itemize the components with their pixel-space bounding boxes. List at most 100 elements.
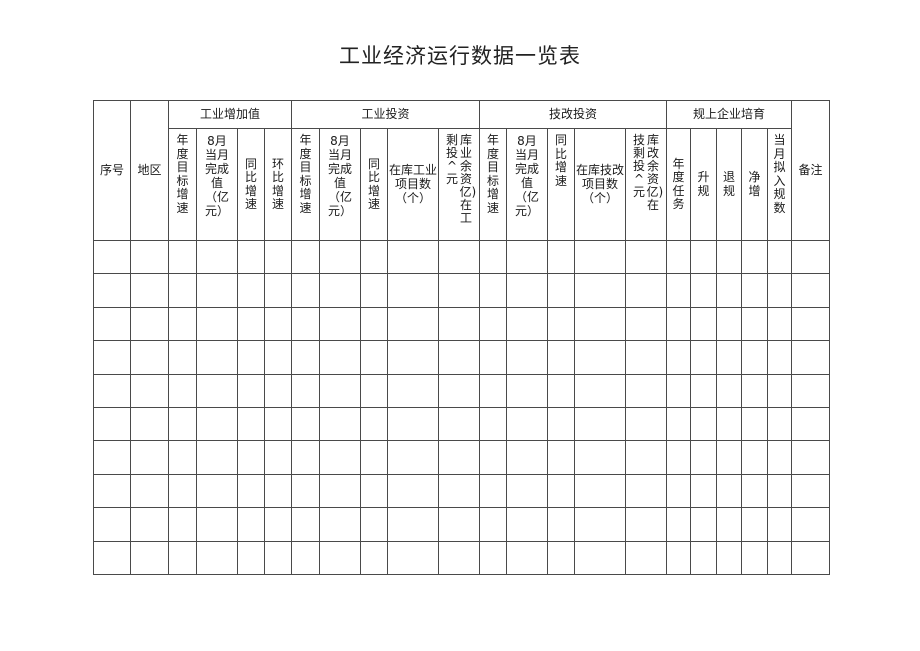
table-cell[interactable] bbox=[130, 239, 169, 275]
table-cell[interactable] bbox=[506, 440, 548, 475]
table-cell[interactable] bbox=[196, 239, 238, 275]
table-cell[interactable] bbox=[387, 473, 439, 509]
table-cell[interactable] bbox=[264, 406, 292, 442]
table-cell[interactable] bbox=[264, 440, 292, 475]
table-cell[interactable] bbox=[93, 406, 131, 442]
table-cell[interactable] bbox=[574, 406, 626, 442]
table-cell[interactable] bbox=[716, 340, 742, 375]
table-cell[interactable] bbox=[319, 406, 361, 442]
table-cell[interactable] bbox=[264, 340, 292, 375]
table-cell[interactable] bbox=[93, 340, 131, 375]
table-cell[interactable] bbox=[291, 306, 320, 342]
table-cell[interactable] bbox=[168, 273, 197, 308]
table-cell[interactable] bbox=[387, 507, 439, 542]
table-cell[interactable] bbox=[360, 239, 388, 275]
table-cell[interactable] bbox=[93, 440, 131, 475]
table-cell[interactable] bbox=[767, 306, 792, 342]
table-cell[interactable] bbox=[625, 406, 667, 442]
table-cell[interactable] bbox=[438, 373, 480, 408]
table-cell[interactable] bbox=[547, 473, 575, 509]
table-cell[interactable] bbox=[506, 540, 548, 575]
table-cell[interactable] bbox=[387, 406, 439, 442]
table-cell[interactable] bbox=[716, 507, 742, 542]
table-cell[interactable] bbox=[291, 473, 320, 509]
table-cell[interactable] bbox=[690, 340, 717, 375]
table-cell[interactable] bbox=[741, 540, 768, 575]
table-cell[interactable] bbox=[264, 239, 292, 275]
table-cell[interactable] bbox=[716, 306, 742, 342]
table-cell[interactable] bbox=[547, 440, 575, 475]
table-cell[interactable] bbox=[196, 440, 238, 475]
table-cell[interactable] bbox=[196, 340, 238, 375]
table-cell[interactable] bbox=[237, 273, 265, 308]
table-cell[interactable] bbox=[666, 406, 691, 442]
table-cell[interactable] bbox=[438, 540, 480, 575]
table-cell[interactable] bbox=[574, 507, 626, 542]
table-cell[interactable] bbox=[237, 507, 265, 542]
table-cell[interactable] bbox=[479, 373, 507, 408]
table-cell[interactable] bbox=[690, 540, 717, 575]
table-cell[interactable] bbox=[130, 406, 169, 442]
table-cell[interactable] bbox=[574, 340, 626, 375]
table-cell[interactable] bbox=[168, 473, 197, 509]
table-cell[interactable] bbox=[168, 540, 197, 575]
table-cell[interactable] bbox=[130, 306, 169, 342]
table-cell[interactable] bbox=[319, 273, 361, 308]
table-cell[interactable] bbox=[360, 540, 388, 575]
table-cell[interactable] bbox=[319, 440, 361, 475]
table-cell[interactable] bbox=[741, 507, 768, 542]
table-cell[interactable] bbox=[479, 507, 507, 542]
table-cell[interactable] bbox=[360, 306, 388, 342]
table-cell[interactable] bbox=[741, 473, 768, 509]
table-cell[interactable] bbox=[93, 239, 131, 275]
table-cell[interactable] bbox=[360, 273, 388, 308]
table-cell[interactable] bbox=[291, 373, 320, 408]
table-cell[interactable] bbox=[574, 540, 626, 575]
table-cell[interactable] bbox=[574, 306, 626, 342]
table-cell[interactable] bbox=[791, 273, 830, 308]
table-cell[interactable] bbox=[625, 507, 667, 542]
table-cell[interactable] bbox=[767, 340, 792, 375]
table-cell[interactable] bbox=[291, 507, 320, 542]
table-cell[interactable] bbox=[666, 473, 691, 509]
table-cell[interactable] bbox=[168, 340, 197, 375]
table-cell[interactable] bbox=[387, 239, 439, 275]
table-cell[interactable] bbox=[666, 273, 691, 308]
table-cell[interactable] bbox=[291, 239, 320, 275]
table-cell[interactable] bbox=[438, 239, 480, 275]
table-cell[interactable] bbox=[387, 373, 439, 408]
table-cell[interactable] bbox=[506, 507, 548, 542]
table-cell[interactable] bbox=[666, 440, 691, 475]
table-cell[interactable] bbox=[237, 473, 265, 509]
table-cell[interactable] bbox=[625, 373, 667, 408]
table-cell[interactable] bbox=[93, 273, 131, 308]
table-cell[interactable] bbox=[387, 340, 439, 375]
table-cell[interactable] bbox=[690, 406, 717, 442]
table-cell[interactable] bbox=[360, 340, 388, 375]
table-cell[interactable] bbox=[438, 306, 480, 342]
table-cell[interactable] bbox=[291, 406, 320, 442]
table-cell[interactable] bbox=[690, 473, 717, 509]
table-cell[interactable] bbox=[130, 340, 169, 375]
table-cell[interactable] bbox=[625, 306, 667, 342]
table-cell[interactable] bbox=[690, 306, 717, 342]
table-cell[interactable] bbox=[767, 440, 792, 475]
table-cell[interactable] bbox=[666, 239, 691, 275]
table-cell[interactable] bbox=[506, 273, 548, 308]
table-cell[interactable] bbox=[479, 406, 507, 442]
table-cell[interactable] bbox=[438, 440, 480, 475]
table-cell[interactable] bbox=[196, 540, 238, 575]
table-cell[interactable] bbox=[547, 540, 575, 575]
table-cell[interactable] bbox=[387, 540, 439, 575]
table-cell[interactable] bbox=[767, 373, 792, 408]
table-cell[interactable] bbox=[237, 406, 265, 442]
table-cell[interactable] bbox=[506, 373, 548, 408]
table-cell[interactable] bbox=[767, 473, 792, 509]
table-cell[interactable] bbox=[196, 406, 238, 442]
table-cell[interactable] bbox=[168, 507, 197, 542]
table-cell[interactable] bbox=[291, 340, 320, 375]
table-cell[interactable] bbox=[319, 239, 361, 275]
table-cell[interactable] bbox=[479, 340, 507, 375]
table-cell[interactable] bbox=[264, 473, 292, 509]
table-cell[interactable] bbox=[168, 440, 197, 475]
